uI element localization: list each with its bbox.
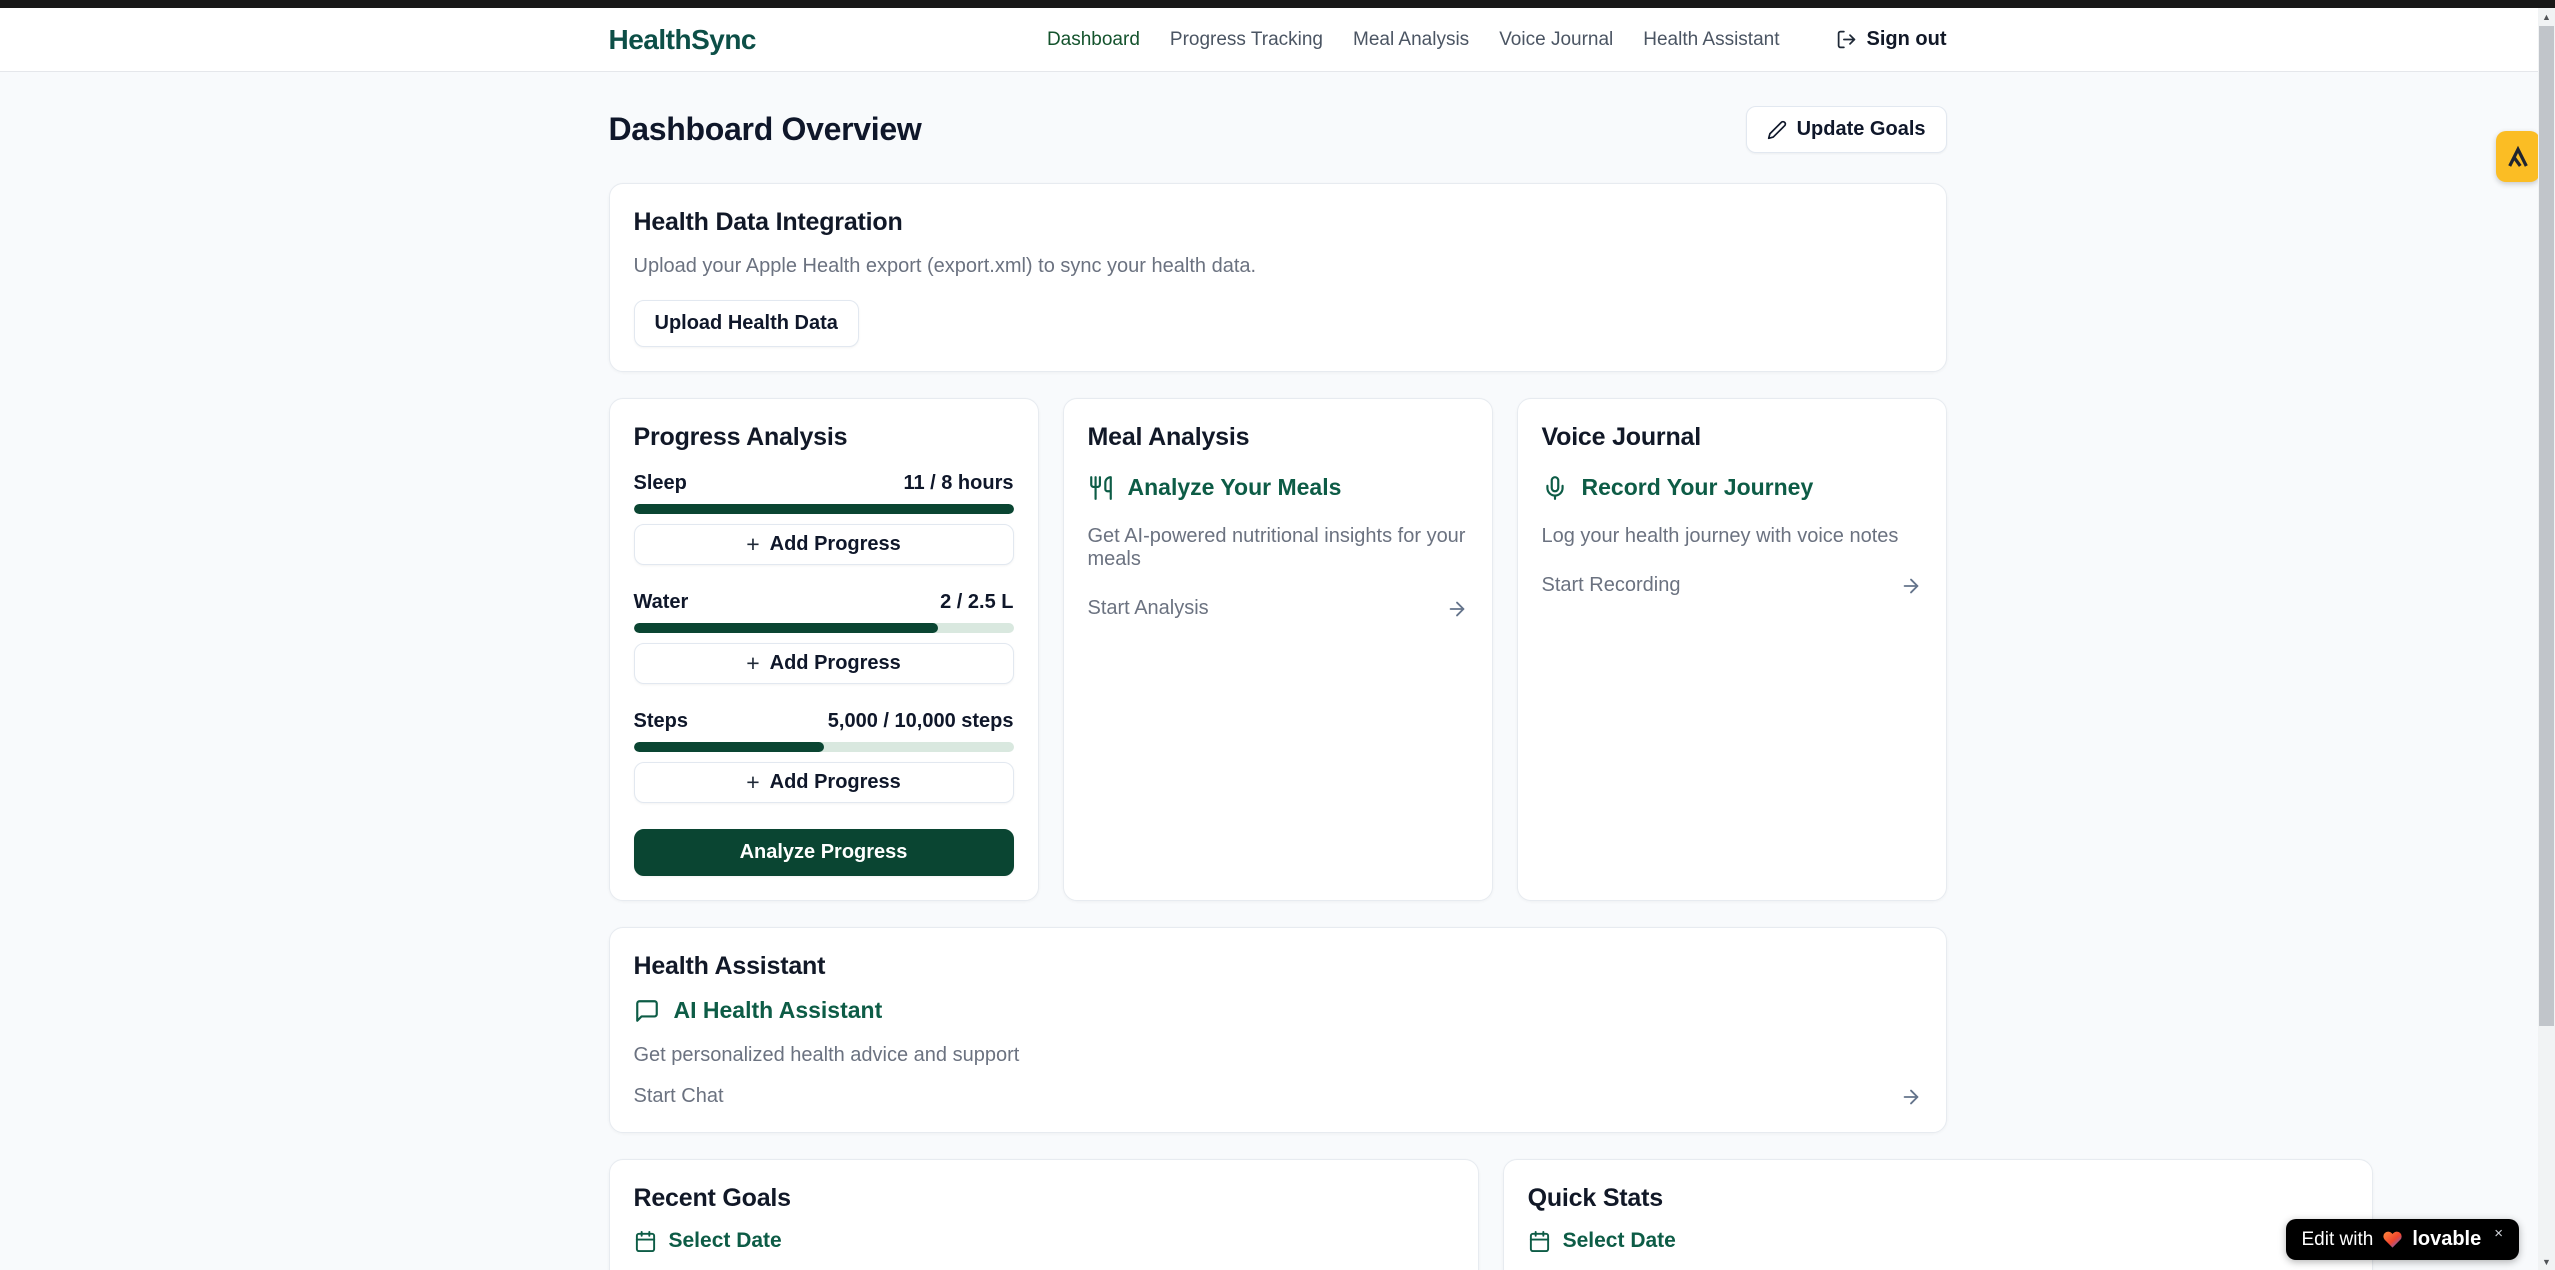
calendar-icon — [634, 1230, 657, 1253]
scrollbar-up-arrow[interactable]: ▲ — [2538, 8, 2555, 25]
update-goals-button[interactable]: Update Goals — [1746, 106, 1947, 153]
nav-meal-analysis[interactable]: Meal Analysis — [1353, 29, 1469, 51]
upload-health-data-button[interactable]: Upload Health Data — [634, 300, 859, 347]
record-your-journey-link[interactable]: Record Your Journey — [1542, 474, 1922, 501]
water-progress-bar — [634, 623, 1014, 633]
voice-journal-card: Voice Journal Record Your Journey Log yo… — [1517, 398, 1947, 901]
metric-sleep: Sleep 11 / 8 hours + Add Progress — [634, 472, 1014, 565]
voice-journal-description: Log your health journey with voice notes — [1542, 525, 1922, 548]
health-assistant-description: Get personalized health advice and suppo… — [634, 1044, 1922, 1067]
page-title: Dashboard Overview — [609, 111, 922, 148]
add-steps-progress-button[interactable]: + Add Progress — [634, 762, 1014, 803]
metric-value: 11 / 8 hours — [903, 472, 1013, 495]
quick-stats-title: Quick Stats — [1528, 1184, 2348, 1213]
start-chat-action[interactable]: Start Chat — [634, 1085, 1922, 1108]
meal-analysis-card: Meal Analysis Analyze Your Meals Get AI-… — [1063, 398, 1493, 901]
lovable-editor-fab[interactable] — [2496, 131, 2540, 182]
recent-goals-title: Recent Goals — [634, 1184, 1454, 1213]
lovable-logo-icon — [2505, 144, 2531, 170]
meal-analysis-description: Get AI-powered nutritional insights for … — [1088, 525, 1468, 571]
plus-icon: + — [746, 771, 759, 794]
start-analysis-action[interactable]: Start Analysis — [1088, 597, 1468, 620]
metric-steps: Steps 5,000 / 10,000 steps + Add Progres… — [634, 710, 1014, 803]
analyze-progress-button[interactable]: Analyze Progress — [634, 829, 1014, 876]
goals-select-date-button[interactable]: Select Date — [634, 1229, 1454, 1253]
edit-with-lovable-badge[interactable]: Edit with lovable × — [2286, 1219, 2520, 1260]
health-data-title: Health Data Integration — [634, 208, 1922, 237]
health-assistant-card: Health Assistant AI Health Assistant Get… — [609, 927, 1947, 1133]
badge-close-icon[interactable]: × — [2494, 1225, 2503, 1242]
voice-journal-title: Voice Journal — [1542, 423, 1922, 452]
lovable-brand-label: lovable — [2412, 1228, 2481, 1251]
utensils-icon — [1088, 475, 1114, 501]
ai-health-assistant-link[interactable]: AI Health Assistant — [634, 997, 1922, 1024]
recent-goals-card: Recent Goals Select Date Today Yesterday… — [609, 1159, 1479, 1270]
analyze-your-meals-link[interactable]: Analyze Your Meals — [1088, 474, 1468, 501]
progress-analysis-card: Progress Analysis Sleep 11 / 8 hours + A… — [609, 398, 1039, 901]
arrow-right-icon — [1900, 575, 1922, 597]
quick-stats-card: Quick Stats Select Date Today Yesterday … — [1503, 1159, 2373, 1270]
health-assistant-title: Health Assistant — [634, 952, 1922, 981]
main-nav: Dashboard Progress Tracking Meal Analysi… — [1047, 28, 1947, 51]
add-water-progress-button[interactable]: + Add Progress — [634, 643, 1014, 684]
steps-progress-bar — [634, 742, 1014, 752]
stats-select-date-button[interactable]: Select Date — [1528, 1229, 2348, 1253]
log-out-icon — [1836, 29, 1857, 50]
health-data-integration-card: Health Data Integration Upload your Appl… — [609, 183, 1947, 372]
start-recording-action[interactable]: Start Recording — [1542, 574, 1922, 597]
scrollbar-thumb[interactable] — [2539, 26, 2554, 1026]
metric-label: Sleep — [634, 472, 687, 495]
microphone-icon — [1542, 475, 1568, 501]
arrow-right-icon — [1900, 1086, 1922, 1108]
plus-icon: + — [746, 533, 759, 556]
plus-icon: + — [746, 652, 759, 675]
edit-with-label: Edit with — [2302, 1229, 2374, 1251]
vertical-scrollbar[interactable]: ▲ ▼ — [2538, 8, 2555, 1270]
metric-water: Water 2 / 2.5 L + Add Progress — [634, 591, 1014, 684]
app-logo: HealthSync — [609, 24, 757, 56]
update-goals-label: Update Goals — [1797, 118, 1926, 141]
nav-voice-journal[interactable]: Voice Journal — [1499, 29, 1613, 51]
calendar-icon — [1528, 1230, 1551, 1253]
chat-bubble-icon — [634, 998, 660, 1024]
scrollbar-down-arrow[interactable]: ▼ — [2538, 1253, 2555, 1270]
pencil-icon — [1767, 120, 1787, 140]
sign-out-label: Sign out — [1867, 28, 1947, 51]
top-navbar: HealthSync Dashboard Progress Tracking M… — [0, 8, 2555, 72]
sleep-progress-bar — [634, 504, 1014, 514]
metric-label: Steps — [634, 710, 688, 733]
nav-dashboard[interactable]: Dashboard — [1047, 29, 1140, 51]
metric-value: 2 / 2.5 L — [940, 591, 1013, 614]
nav-progress-tracking[interactable]: Progress Tracking — [1170, 29, 1323, 51]
metric-value: 5,000 / 10,000 steps — [828, 710, 1014, 733]
progress-analysis-title: Progress Analysis — [634, 423, 1014, 452]
health-data-description: Upload your Apple Health export (export.… — [634, 255, 1922, 278]
metric-label: Water — [634, 591, 689, 614]
add-sleep-progress-button[interactable]: + Add Progress — [634, 524, 1014, 565]
meal-analysis-title: Meal Analysis — [1088, 423, 1468, 452]
nav-health-assistant[interactable]: Health Assistant — [1643, 29, 1779, 51]
lovable-heart-icon — [2382, 1229, 2403, 1250]
sign-out-button[interactable]: Sign out — [1836, 28, 1947, 51]
window-edge-strip — [0, 0, 2555, 8]
arrow-right-icon — [1446, 598, 1468, 620]
